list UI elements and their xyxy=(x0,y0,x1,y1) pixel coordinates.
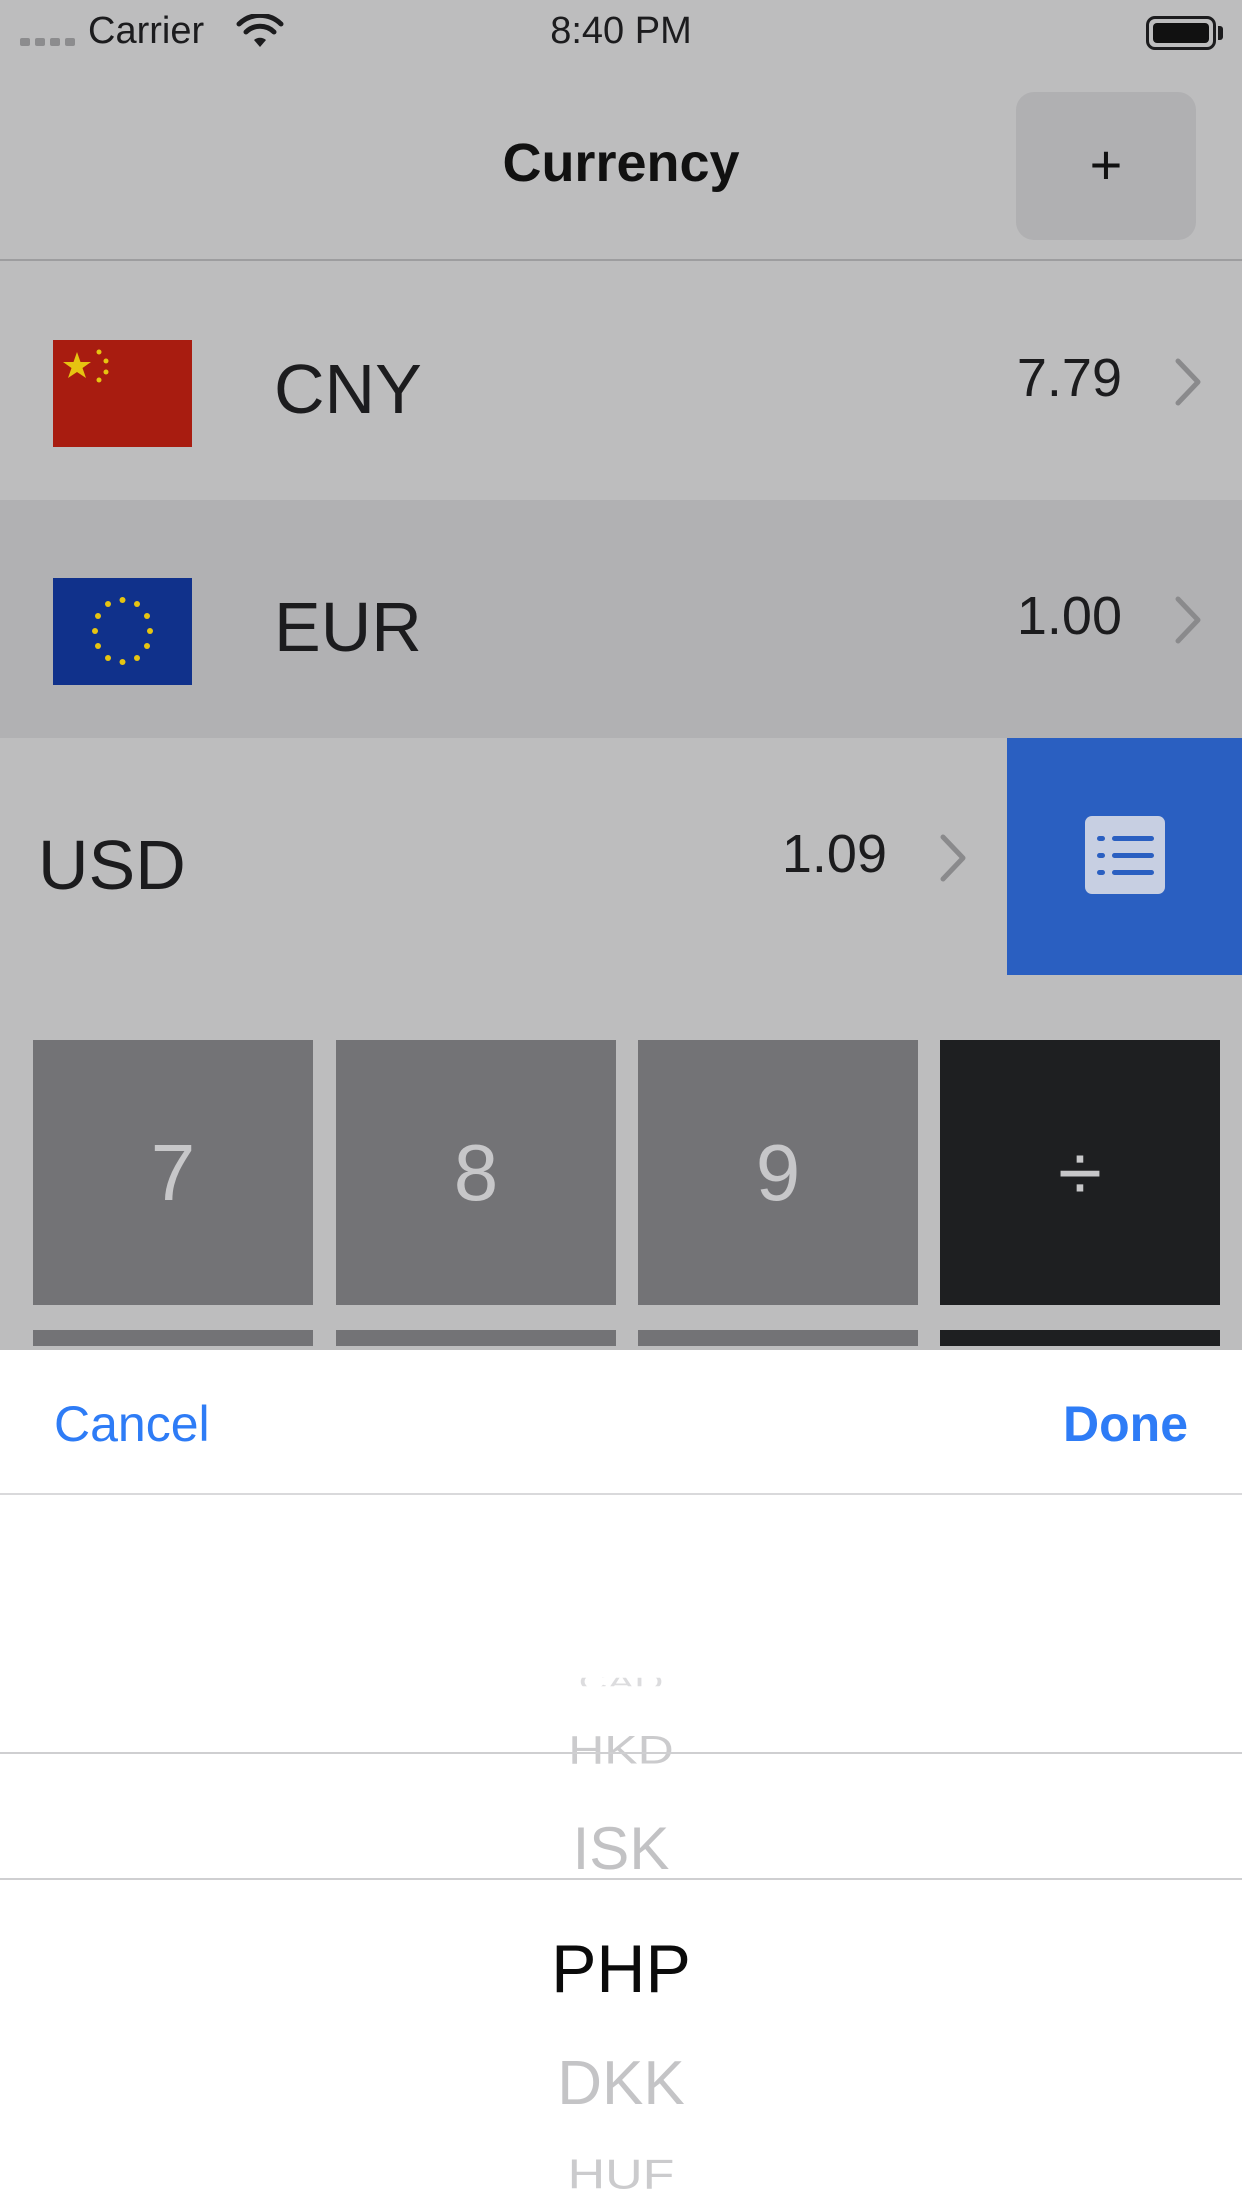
battery-icon xyxy=(1146,16,1216,50)
clock: 8:40 PM xyxy=(550,10,692,52)
key-row2-partial xyxy=(336,1330,616,1346)
currency-row-usd[interactable]: USD 1.09 xyxy=(0,738,1007,976)
key-row2-partial xyxy=(940,1330,1220,1346)
key-7[interactable]: 7 xyxy=(33,1040,313,1305)
currency-rate: 7.79 xyxy=(1016,348,1122,408)
key-9[interactable]: 9 xyxy=(638,1040,918,1305)
currency-picker-sheet: Cancel Done CAD HKD ISK PHP DKK HUF xyxy=(0,1350,1242,2208)
key-row2-partial xyxy=(638,1330,918,1346)
list-icon xyxy=(1085,816,1165,894)
currency-code: CNY xyxy=(274,350,422,428)
key-row2-partial xyxy=(33,1330,313,1346)
battery-nub xyxy=(1218,26,1223,40)
add-currency-button[interactable]: + xyxy=(1016,92,1196,240)
currency-row-eur[interactable]: EUR 1.00 xyxy=(0,500,1242,738)
chevron-right-icon xyxy=(1172,595,1202,650)
cancel-button[interactable]: Cancel xyxy=(54,1350,210,1498)
eu-flag-icon xyxy=(53,578,192,685)
picker-toolbar: Cancel Done xyxy=(0,1350,1242,1495)
chevron-right-icon xyxy=(937,833,967,888)
picker-option[interactable]: CAD xyxy=(0,1678,1242,1686)
keypad: 7 8 9 ÷ xyxy=(0,1004,1242,1346)
currency-row-cny[interactable]: CNY 7.79 xyxy=(0,262,1242,500)
chevron-right-icon xyxy=(1172,357,1202,412)
picker-option[interactable]: HUF xyxy=(0,2151,1242,2199)
currency-code: EUR xyxy=(274,588,422,666)
china-flag-icon xyxy=(53,340,192,447)
picker-selection-indicator xyxy=(0,1752,1242,1880)
done-button[interactable]: Done xyxy=(1063,1350,1188,1498)
status-bar: Carrier 8:40 PM xyxy=(0,0,1242,66)
currency-code: USD xyxy=(38,826,186,904)
key-8[interactable]: 8 xyxy=(336,1040,616,1305)
currency-rate: 1.00 xyxy=(1016,586,1122,646)
swipe-list-action-button[interactable] xyxy=(1007,738,1242,975)
key-divide[interactable]: ÷ xyxy=(940,1040,1220,1305)
picker-option[interactable]: DKK xyxy=(0,2048,1242,2120)
picker-selected-option[interactable]: PHP xyxy=(0,1929,1242,2009)
navigation-bar: Currency + xyxy=(0,66,1242,261)
currency-rate: 1.09 xyxy=(781,824,887,884)
